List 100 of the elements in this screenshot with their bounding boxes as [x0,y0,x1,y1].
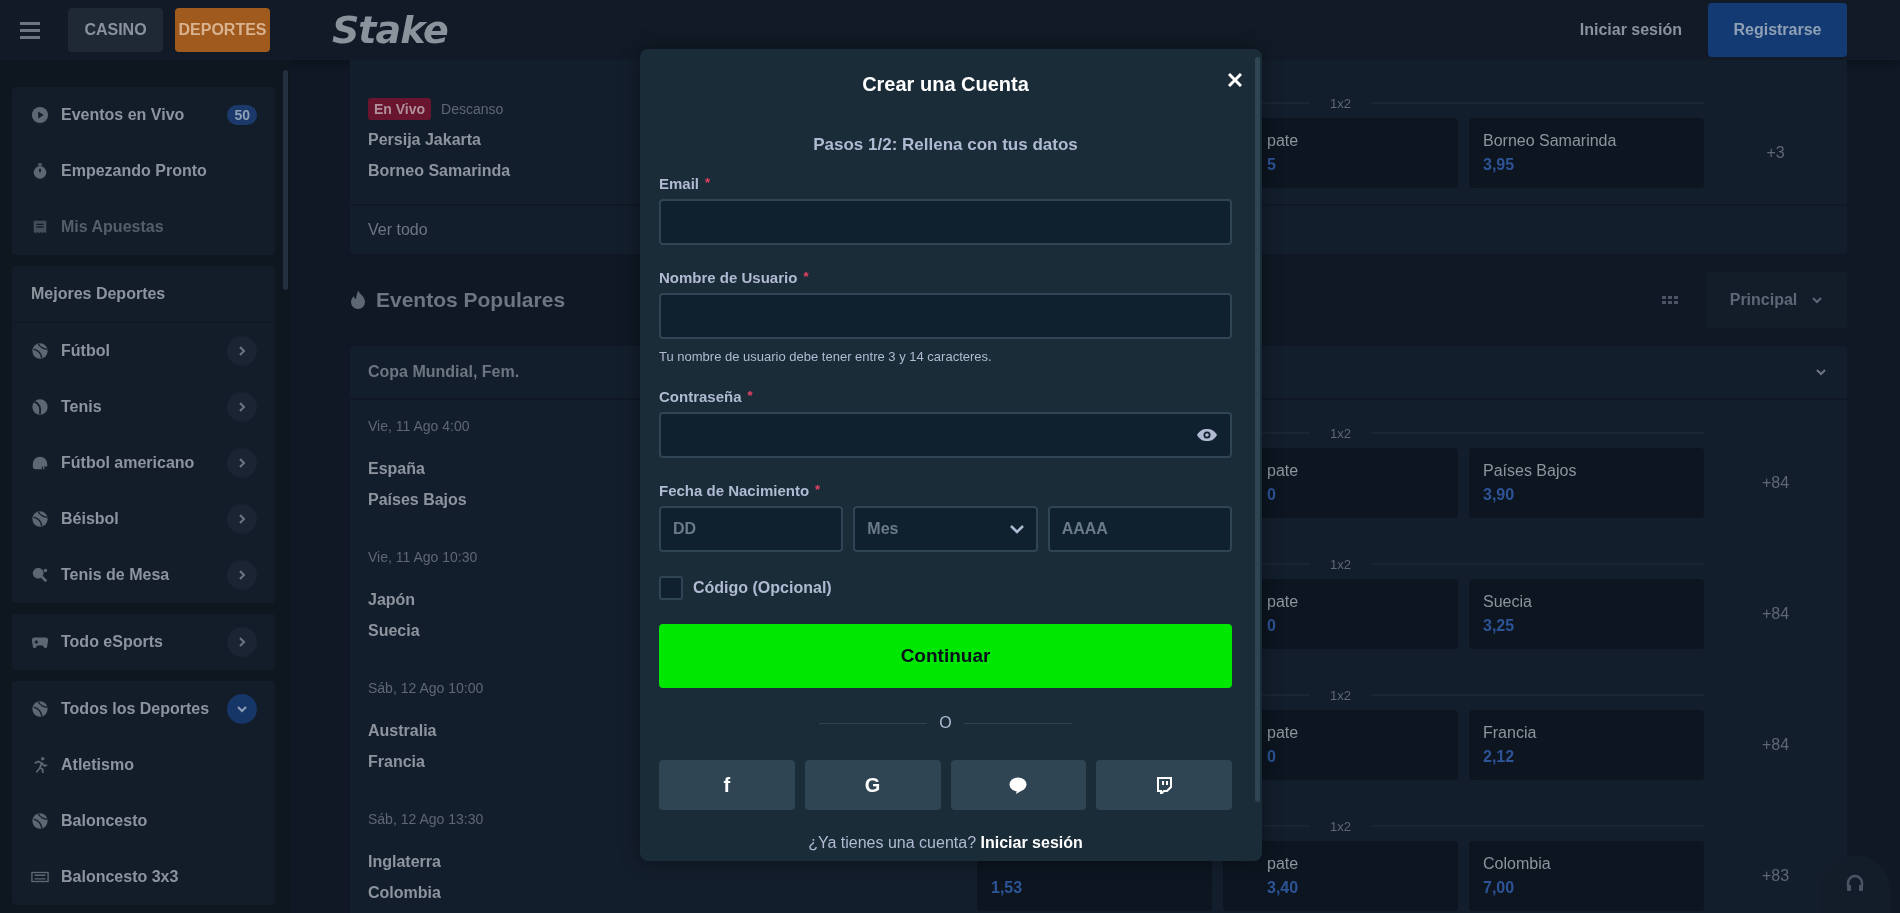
runner-icon [31,756,49,774]
register-button[interactable]: Registrarse [1708,3,1847,57]
team-name: Inglaterra [368,852,441,872]
section-tab[interactable]: CASINO [68,8,163,52]
close-button[interactable] [1228,73,1242,90]
field-label: Email [659,175,700,192]
input-field[interactable]: DD [659,506,844,552]
chevron-icon [236,345,248,357]
odds-button[interactable]: pate 3,40 [1223,841,1458,911]
expand-button[interactable] [227,504,257,534]
market-label: 1x2 [1330,818,1351,834]
league-name: Copa Mundial, Fem. [368,363,520,381]
input-field[interactable]: AAAA [1047,506,1232,552]
month-select[interactable]: Mes [853,506,1038,552]
sidebar-item[interactable]: Béisbol [12,491,275,547]
logo[interactable]: Stake [332,8,448,52]
stopwatch-icon [31,162,49,180]
required-mark: * [705,175,711,192]
sidebar-item[interactable]: Baloncesto 3x3 [12,849,275,905]
odds-value: 3,95 [1483,156,1516,174]
sidebar-item[interactable]: Eventos en Vivo 50 [12,87,275,143]
required-mark: * [815,482,821,499]
odds-button[interactable]: Borneo Samarinda 3,95 [1469,118,1704,188]
expand-button[interactable] [227,336,257,366]
chevron-icon [236,513,248,525]
chevron-icon [236,457,248,469]
team-name: Países Bajos [368,490,467,510]
team-name: Persija Jakarta [368,130,481,150]
market-dropdown[interactable]: Principal [1706,272,1847,328]
field-label: Fecha de Nacimiento [659,482,810,499]
sidebar-item[interactable]: Todos los Deportes [12,681,275,737]
more-markets-link[interactable]: +84 [1761,474,1790,492]
sidebar-item[interactable]: Empezando Pronto [12,143,275,199]
helmet-icon [31,454,49,472]
chevron-icon [236,636,248,648]
field-hint: Tu nombre de usuario debe tener entre 3 y 14 caracteres. [659,349,993,364]
sidebar-item[interactable]: Tenis [12,379,275,435]
social-login-button[interactable] [950,760,1087,810]
chat-box-icon [1156,776,1173,794]
outcome-name: Borneo Samarinda [1483,132,1618,150]
field-label: Contraseña [659,388,742,405]
sidebar-item[interactable]: Fútbol [12,323,275,379]
odds-value: 1,53 [991,879,1024,897]
required-mark: * [803,269,809,286]
social-login-button[interactable]: G [804,760,941,810]
outcome-name: pate [1267,462,1300,480]
team-name: Japón [368,590,416,610]
more-markets-link[interactable]: +83 [1761,867,1790,885]
match-date: Vie, 11 Ago 10:30 [368,549,478,567]
sidebar-item[interactable]: Todo eSports [12,614,275,670]
team-name: Borneo Samarinda [368,161,511,181]
checkbox-label[interactable]: Código (Opcional) [693,579,832,597]
login-link[interactable]: Iniciar sesión [1579,21,1682,39]
eye-icon[interactable] [1196,428,1218,442]
expand-button[interactable] [227,694,257,724]
odds-value: 5 [1267,156,1277,174]
outcome-name: Colombia [1483,855,1552,873]
field-label: Nombre de Usuario [659,269,798,286]
odds-button[interactable]: Francia 2,12 [1469,710,1704,780]
team-name: Australia [368,721,437,741]
more-markets-link[interactable]: +84 [1761,736,1790,754]
expand-button[interactable] [227,392,257,422]
required-mark: * [747,388,753,405]
play-icon [31,106,49,124]
continue-button[interactable]: Continuar [659,624,1232,688]
more-markets-link[interactable]: +3 [1766,144,1785,162]
view-all-link[interactable]: Ver todo [350,206,1847,254]
match-date: Sáb, 12 Ago 13:30 [368,811,484,829]
expand-button[interactable] [227,627,257,657]
input-field[interactable] [659,199,1232,245]
password-field[interactable] [659,412,1232,458]
ball-icon [31,812,49,830]
odds-value: 0 [1267,486,1277,504]
expand-button[interactable] [227,560,257,590]
ball-icon [31,510,49,528]
social-login-button[interactable]: f [659,760,795,810]
speech-bubble-icon [1009,776,1028,794]
expand-button[interactable] [227,448,257,478]
more-markets-link[interactable]: +84 [1761,605,1790,623]
checkbox[interactable] [659,576,683,600]
step-subtitle: Pasos 1/2: Rellena con tus datos [812,135,1079,155]
odds-button[interactable]: Colombia 7,00 [1469,841,1704,911]
input-field[interactable] [659,293,1232,339]
close-icon [1228,73,1242,87]
sidebar-item[interactable]: Baloncesto [12,793,275,849]
odds-button[interactable]: Países Bajos 3,90 [1469,448,1704,518]
menu-icon[interactable] [20,21,40,39]
team-name: Suecia [368,621,420,641]
chevron-icon [236,703,248,715]
odds-value: 7,00 [1483,879,1516,897]
sidebar-item[interactable]: Tenis de Mesa [12,547,275,603]
ball-icon [31,342,49,360]
sidebar-item[interactable]: Atletismo [12,737,275,793]
odds-value: 3,90 [1483,486,1516,504]
dialog-title: Crear una Cuenta [862,72,1029,96]
odds-button[interactable]: Suecia 3,25 [1469,579,1704,649]
outcome-name: Países Bajos [1483,462,1578,480]
grid-icon[interactable] [1662,296,1678,304]
sidebar-item[interactable]: Fútbol americano [12,435,275,491]
chevron-icon [236,569,248,581]
